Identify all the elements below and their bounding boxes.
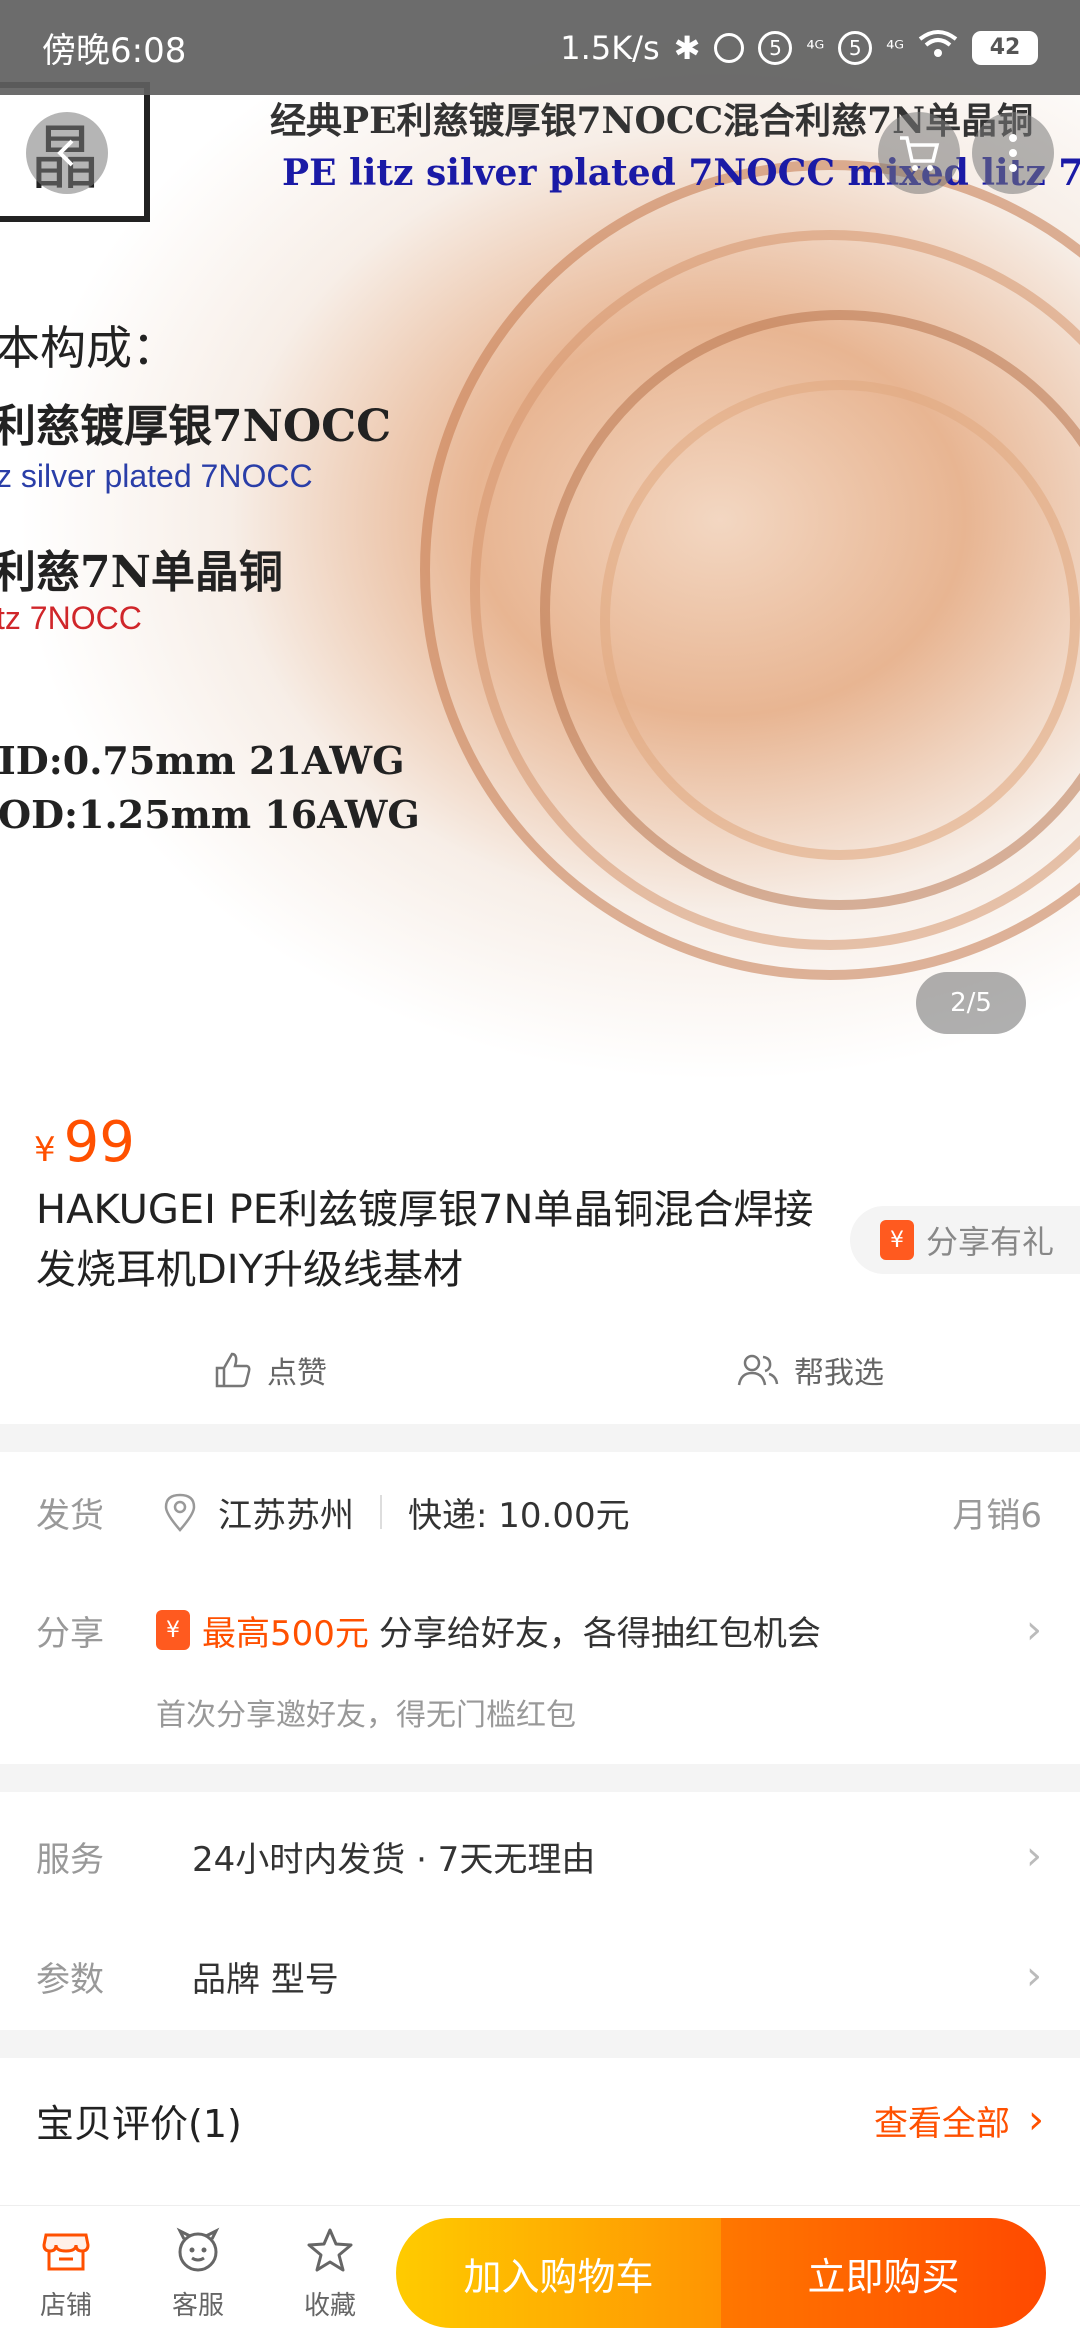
clock: 傍晚6:08: [42, 31, 187, 71]
service-row[interactable]: 服务 24小时内发货 · 7天无理由 ›: [0, 1816, 1080, 1896]
like-label: 点赞: [267, 1356, 327, 1391]
cart-button[interactable]: [878, 112, 960, 194]
shop-label: 店铺: [39, 2290, 92, 2321]
red-packet-icon: ¥: [156, 1610, 190, 1650]
product-title: HAKUGEI PE利兹镀厚银7N单晶铜混合焊接发烧耳机DIY升级线基材: [36, 1187, 814, 1293]
purchase-buttons: 加入购物车 立即购买: [396, 2218, 1046, 2328]
star-icon: [307, 2228, 353, 2271]
hero-spec-line: ID:0.75mm 21AWG: [0, 738, 405, 783]
cart-icon: [900, 136, 940, 171]
signal-icon: 5: [758, 30, 793, 65]
hero-spec-line: OD:1.25mm 16AWG: [0, 792, 420, 837]
share-subtext: 首次分享邀好友，得无门槛红包: [156, 1698, 576, 1733]
favorite-tab[interactable]: 收藏: [264, 2225, 396, 2322]
back-button[interactable]: [26, 112, 108, 194]
section-divider: [0, 2030, 1080, 2058]
buy-now-button[interactable]: 立即购买: [721, 2218, 1046, 2328]
more-button[interactable]: [972, 112, 1054, 194]
params-text: 品牌 型号: [192, 1959, 339, 2000]
params-row[interactable]: 参数 品牌 型号 ›: [0, 1936, 1080, 2016]
red-packet-icon: ¥: [880, 1220, 914, 1260]
reviews-header: 宝贝评价(1) 查看全部 ›: [0, 2060, 1080, 2180]
favorite-label: 收藏: [303, 2290, 356, 2321]
chevron-right-icon: ›: [1026, 1833, 1042, 1879]
view-all-reviews-link[interactable]: 查看全部 ›: [874, 2096, 1044, 2145]
location-pin-icon: [164, 1493, 196, 1532]
people-icon: [737, 1354, 779, 1386]
service-text: 24小时内发货 · 7天无理由: [192, 1839, 596, 1880]
like-button[interactable]: 点赞: [0, 1330, 540, 1410]
store-icon: [42, 2233, 90, 2270]
shipping-row: 发货 江苏苏州 快递: 10.00元 月销6: [0, 1472, 1080, 1552]
ship-from-location: 江苏苏州: [218, 1495, 354, 1536]
hero-spec-line: z silver plated 7NOCC: [0, 458, 313, 494]
shipping-label: 发货: [36, 1495, 104, 1536]
network-speed: 1.5K/s: [560, 28, 660, 67]
section-divider: [0, 1424, 1080, 1452]
service-label: 服务: [36, 1839, 104, 1880]
share-highlight: 最高500元: [202, 1613, 369, 1654]
monthly-sales: 月销6: [952, 1495, 1042, 1536]
service-tab-label: 客服: [171, 2290, 224, 2321]
customer-service-tab[interactable]: 客服: [132, 2225, 264, 2322]
bluetooth-icon: ✱: [673, 28, 701, 67]
hero-spec-line: 本构成：: [0, 321, 178, 375]
view-all-label: 查看全部: [874, 2103, 1010, 2144]
hero-spec-line: 利慈7N单晶铜: [0, 547, 283, 598]
wifi-icon: [918, 29, 958, 67]
params-label: 参数: [36, 1959, 104, 2000]
share-text: 分享给好友，各得抽红包机会: [378, 1613, 821, 1654]
chat-bot-icon: [176, 2227, 220, 2271]
share-gift-button[interactable]: ¥ 分享有礼: [850, 1206, 1080, 1274]
express-fee: 快递: 10.00元: [408, 1495, 630, 1536]
alarm-icon: [714, 32, 745, 63]
4g-icon: ⁴ᴳ: [886, 35, 904, 60]
add-to-cart-button[interactable]: 加入购物车: [396, 2218, 721, 2328]
status-bar: 傍晚6:08 1.5K/s ✱ 5 ⁴ᴳ 5 ⁴ᴳ 42: [0, 0, 1080, 95]
hero-spec-line: tz 7NOCC: [0, 600, 142, 636]
wire-coil: [600, 380, 1080, 860]
chevron-right-icon: ›: [1026, 1607, 1042, 1653]
reviews-title: 宝贝评价(1): [36, 2101, 242, 2146]
share-gift-label: 分享有礼: [926, 1223, 1055, 1261]
help-choose-button[interactable]: 帮我选: [540, 1330, 1080, 1410]
engagement-row: 点赞 帮我选: [0, 1330, 1080, 1410]
signal-icon: 5: [838, 30, 873, 65]
chevron-right-icon: ›: [1028, 2097, 1044, 2143]
price: ¥ 99: [34, 1110, 135, 1175]
4g-icon: ⁴ᴳ: [806, 35, 825, 60]
battery-icon: 42: [972, 30, 1038, 65]
share-row[interactable]: 分享 ¥ 最高500元 分享给好友，各得抽红包机会 ›: [0, 1590, 1080, 1670]
thumbs-up-icon: [215, 1352, 251, 1388]
help-choose-label: 帮我选: [794, 1356, 884, 1391]
share-label: 分享: [36, 1613, 104, 1654]
chevron-left-icon: [57, 139, 74, 167]
hero-spec-line: 利慈镀厚银7NOCC: [0, 401, 392, 452]
more-vertical-icon: [1009, 134, 1017, 172]
status-icons: 1.5K/s ✱ 5 ⁴ᴳ 5 ⁴ᴳ 42: [560, 29, 1038, 67]
section-divider: [0, 1764, 1080, 1792]
price-amount: 99: [63, 1110, 135, 1175]
hero-title-en: PE litz silver plated 7NOCC mixed litz 7…: [282, 152, 1080, 194]
chevron-right-icon: ›: [1026, 1953, 1042, 1999]
currency-symbol: ¥: [34, 1130, 56, 1170]
divider: [380, 1495, 382, 1529]
page-indicator: 2/5: [916, 972, 1026, 1034]
shop-tab[interactable]: 店铺: [0, 2225, 132, 2322]
